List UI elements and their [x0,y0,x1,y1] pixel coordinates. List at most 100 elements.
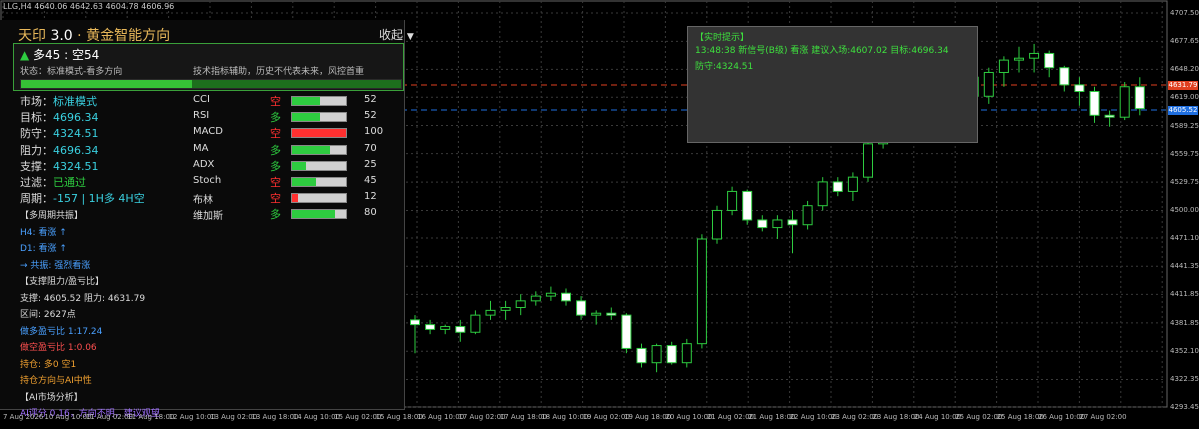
indicator-score-fill [292,178,317,186]
candle-body [1089,91,1100,116]
indicator-name: ADX [193,158,215,170]
indicator-score-fill [292,97,321,105]
time-label: 19 Aug 02:00 [582,413,630,421]
indicator-name: MACD [193,126,223,138]
field-value: 4324.51 [53,159,99,173]
indicator-score: 25 [364,158,377,170]
indicator-score-fill [292,194,299,203]
candle-body [832,181,843,192]
indicator-name: Stoch [193,175,222,186]
indicator-name: MA [193,142,209,154]
candle-body [621,314,632,349]
candle-body [1029,52,1040,59]
indicator-direction: 多 [270,208,281,222]
panel-field: 周期：-157 | 1H多 4H空 [20,190,145,206]
indicator-score-fill [292,145,330,154]
collapse-button[interactable]: 收起 ▼ [379,26,414,43]
arrow-up-icon: ▲ [20,48,30,62]
time-label: 14 Aug 10:00 [292,413,340,421]
candle-body [1059,67,1070,86]
signal-summary: ▲ 多45 : 空54 [20,48,100,62]
time-label: 18 Aug 10:00 [541,413,589,421]
time-label: 17 Aug 02:00 [458,413,506,421]
field-value: 4696.34 [53,143,99,157]
disclaimer-text: 技术指标辅助，历史不代表未来，风控首重 [193,67,365,77]
candle-body [817,181,828,207]
symbol-ohlc-line: LLG,H4 4640.06 4642.63 4604.78 4606.96 [3,2,175,11]
indicator-score-bar [291,209,347,220]
indicator-direction: 多 [270,111,281,125]
indicator-score-fill [292,161,306,170]
price-label: 4707.50 [1170,9,1199,17]
time-label: 20 Aug 10:00 [665,413,713,421]
analysis-line: 做空盈亏比 1:0.06 [20,343,97,353]
indicator-direction: 空 [270,176,281,189]
time-label: 26 Aug 10:00 [1038,413,1086,421]
candle-body [802,205,813,226]
price-label: 4619.00 [1170,93,1199,102]
candle-body [485,309,496,316]
indicator-direction: 空 [270,192,281,206]
price-label: 4648.20 [1170,65,1199,74]
time-label: 13 Aug 18:00 [251,413,299,421]
time-label: 11 Aug 18:00 [127,413,175,421]
field-label: 阻力： [20,143,53,157]
field-value: 4696.34 [53,111,99,125]
analysis-line: D1: 看涨 ↑ [20,244,67,254]
candle-body [530,295,541,302]
indicator-score: 45 [364,175,377,186]
price-label: 4677.65 [1170,37,1199,46]
time-label: 7 Aug 2026 [3,413,44,421]
candle-body [1044,52,1055,69]
candle-body [681,343,692,364]
price-label: 4589.25 [1170,121,1199,130]
time-label: 17 Aug 18:00 [499,413,547,421]
candle-body [666,345,677,364]
panel-field: 阻力：4696.34 [20,142,99,158]
indicator-score-bar [291,96,347,106]
indicator-direction: 多 [270,143,281,157]
indicator-direction: 空 [270,127,281,141]
indicator-name: 布林 [193,195,213,207]
time-label: 10 Aug 10:00 [44,413,92,421]
indicator-score: 80 [364,207,377,219]
indicator-direction: 空 [270,95,281,108]
time-label: 12 Aug 10:00 [168,413,216,421]
indicator-score-bar [291,144,347,155]
candle-body [1074,84,1085,93]
panel-field: 防守：4324.51 [20,125,99,141]
field-value: 标准模式 [53,95,97,108]
time-label: 23 Aug 02:00 [831,413,879,421]
alert-stop-line: 防守:4324.51 [695,62,754,72]
candle-body [847,176,858,192]
field-label: 周期： [20,192,53,206]
candle-body [772,219,783,229]
field-value: -157 | 1H多 4H空 [53,192,145,206]
price-label: 4471.10 [1170,233,1199,242]
time-label: 19 Aug 18:00 [624,413,672,421]
indicator-score: 52 [364,94,377,105]
panel-title: 天印 3.0 · 黄金智能方向 [18,28,171,44]
field-label: 防守： [20,127,53,141]
panel-field: 市场：标准模式 [20,93,97,109]
indicator-score: 100 [364,126,384,138]
price-label: 4322.35 [1170,375,1199,384]
field-label: 目标： [20,111,53,125]
candle-body [1134,86,1145,110]
price-tag: 4605.52 [1168,106,1198,116]
candle-body [757,219,768,229]
time-label: 16 Aug 10:00 [417,413,465,421]
price-tag: 4631.79 [1168,81,1198,91]
realtime-alert-popup[interactable]: 【实时提示】 13:48:38 新信号(B级) 看涨 建议入场:4607.02 … [687,26,978,143]
candle-body [1119,86,1130,118]
time-label: 15 Aug 18:00 [375,413,423,421]
price-label: 4293.45 [1170,403,1199,411]
candle-body [712,209,722,240]
price-label: 4411.85 [1170,290,1199,299]
indicator-score-fill [292,113,321,122]
indicator-name: 维加斯 [193,211,223,223]
indicator-score: 12 [364,191,377,203]
candle-body [787,219,798,226]
panel-field: 支撑：4324.51 [20,158,99,174]
analysis-line: 区间: 2627点 [20,310,76,320]
